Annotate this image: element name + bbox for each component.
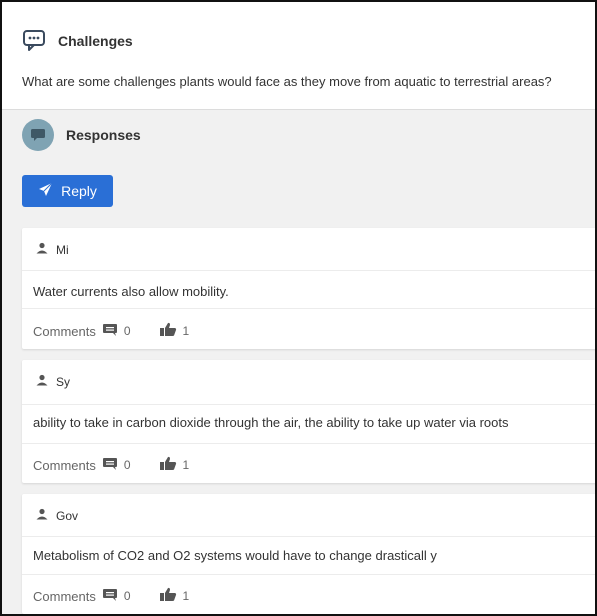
responses-title: Responses: [66, 127, 141, 143]
response-card: Sy ability to take in carbon dioxide thr…: [22, 360, 595, 483]
reply-button-label: Reply: [61, 183, 97, 199]
thumbs-up-icon: [159, 456, 177, 474]
like-count: 1: [182, 324, 190, 338]
response-footer: Comments 0 1: [33, 322, 189, 340]
divider: [22, 536, 595, 537]
comments-link[interactable]: Comments: [33, 589, 96, 604]
comment-count: 0: [123, 589, 131, 603]
response-footer: Comments 0 1: [33, 587, 189, 605]
response-author-name: Gov: [56, 508, 79, 523]
chat-avatar-icon: [22, 119, 54, 151]
send-icon: [38, 182, 53, 200]
comment-count: 0: [123, 324, 131, 338]
prompt-title: Challenges: [58, 33, 133, 49]
prompt-header: Challenges: [22, 29, 133, 53]
responses-header: Responses: [22, 119, 141, 151]
response-footer: Comments 0 1: [33, 456, 189, 474]
user-icon: [36, 508, 48, 523]
prompt-question: What are some challenges plants would fa…: [22, 74, 552, 89]
like-count: 1: [182, 589, 190, 603]
thumbs-up-icon: [159, 322, 177, 340]
comment-icon[interactable]: [102, 588, 118, 605]
like-button[interactable]: 1: [159, 322, 190, 340]
like-button[interactable]: 1: [159, 587, 190, 605]
response-author: Sy: [36, 374, 70, 389]
response-text: Metabolism of CO2 and O2 systems would h…: [33, 548, 437, 563]
response-text: Water currents also allow mobility.: [33, 284, 229, 299]
comment-icon[interactable]: [102, 457, 118, 474]
response-card: Mi Water currents also allow mobility. C…: [22, 228, 595, 349]
divider: [22, 308, 595, 309]
divider: [22, 270, 595, 271]
like-button[interactable]: 1: [159, 456, 190, 474]
response-author-name: Sy: [56, 374, 71, 389]
thumbs-up-icon: [159, 587, 177, 605]
response-card: Gov Metabolism of CO2 and O2 systems wou…: [22, 494, 595, 614]
divider: [22, 443, 595, 444]
response-author-name: Mi: [56, 242, 69, 257]
like-count: 1: [182, 458, 190, 472]
response-author: Mi: [36, 242, 69, 257]
response-author: Gov: [36, 508, 78, 523]
response-text: ability to take in carbon dioxide throug…: [33, 415, 509, 430]
comment-count: 0: [123, 458, 131, 472]
user-icon: [36, 374, 48, 389]
comments-link[interactable]: Comments: [33, 324, 96, 339]
user-icon: [36, 242, 48, 257]
comments-link[interactable]: Comments: [33, 458, 96, 473]
discussion-icon: [22, 29, 48, 53]
divider: [22, 404, 595, 405]
comment-icon[interactable]: [102, 323, 118, 340]
discussion-panel: Challenges What are some challenges plan…: [0, 0, 597, 616]
divider: [22, 574, 595, 575]
reply-button[interactable]: Reply: [22, 175, 113, 207]
